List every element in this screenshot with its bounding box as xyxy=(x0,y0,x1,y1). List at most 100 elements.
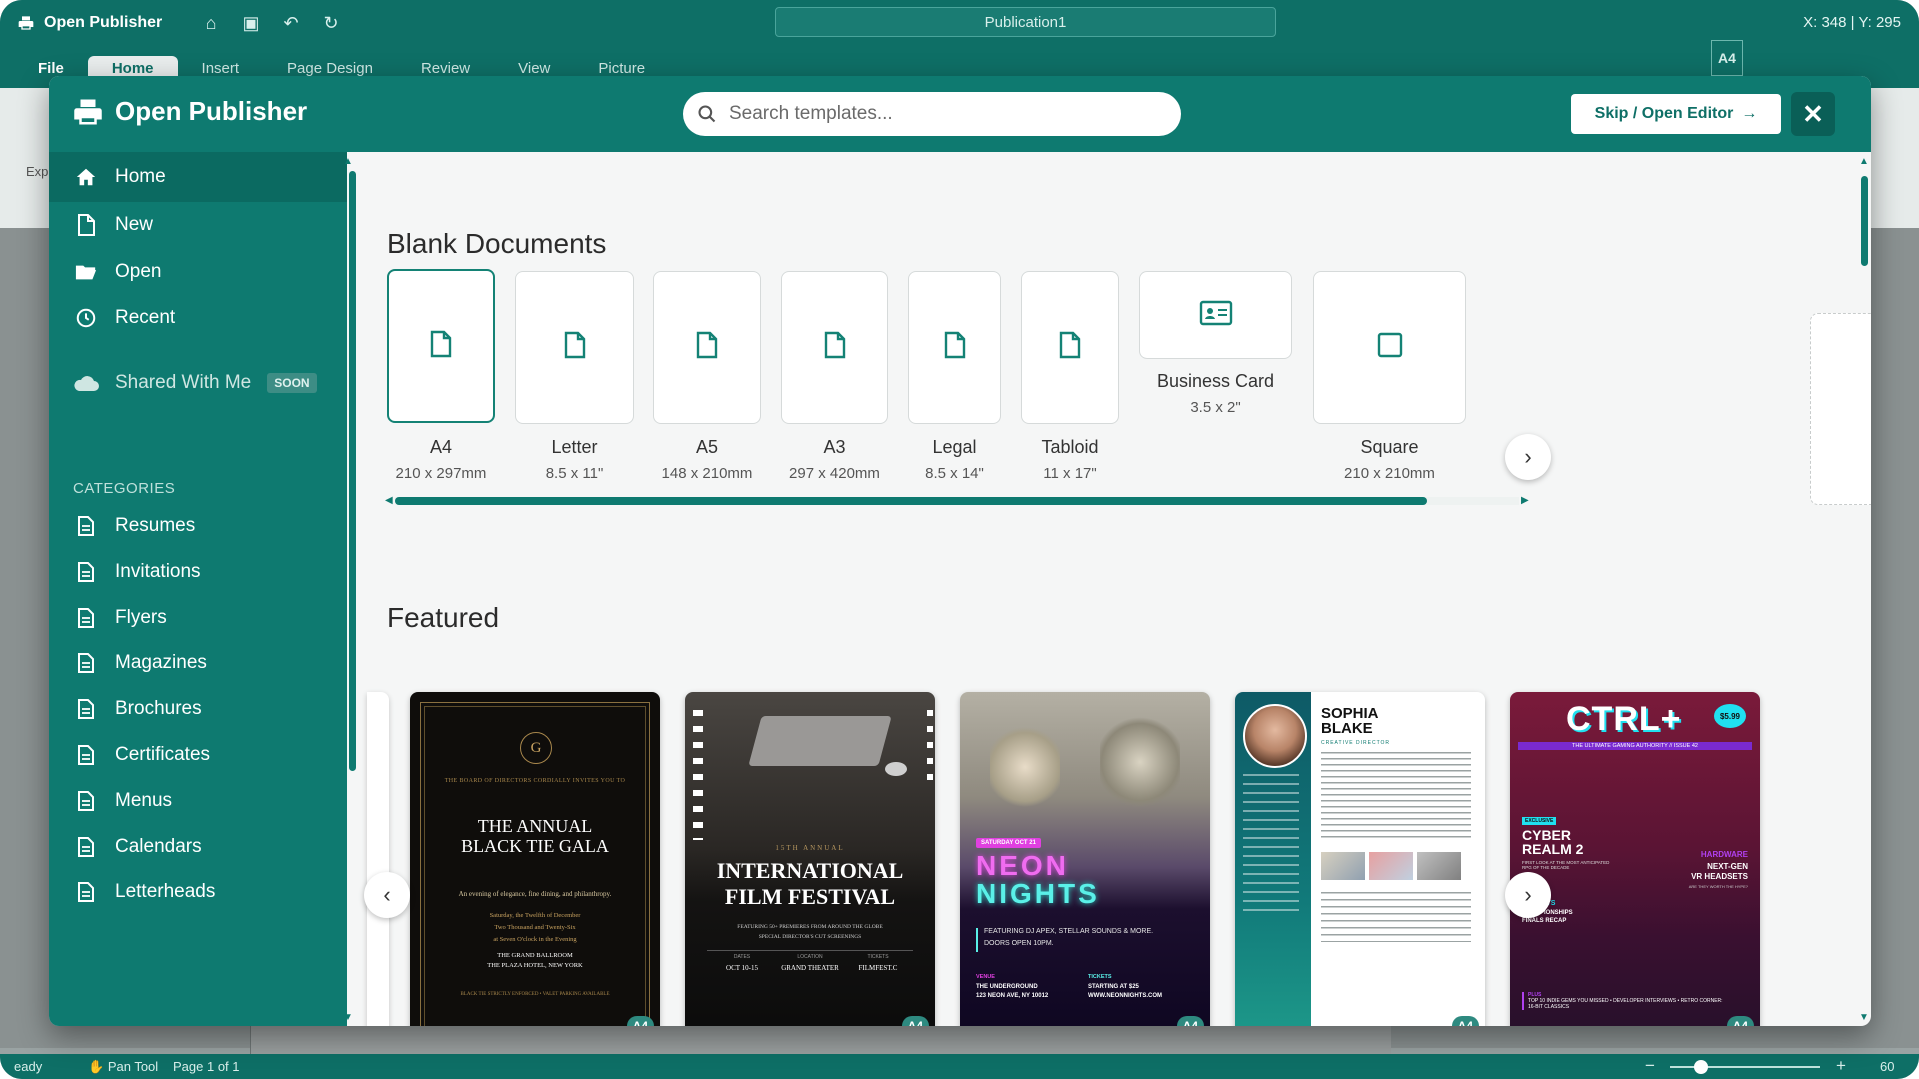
laptop-graphic xyxy=(748,716,892,766)
blank-card-label: Square xyxy=(1360,437,1419,457)
sidebar-item-flyers[interactable]: Flyers xyxy=(49,593,347,643)
featured-card-black-tie-gala[interactable]: G THE BOARD OF DIRECTORS CORDIALLY INVIT… xyxy=(410,692,660,1026)
sidebar-item-letterheads[interactable]: Letterheads xyxy=(49,867,347,917)
file-icon xyxy=(824,331,846,364)
template-picker-modal: Open Publisher Skip / Open Editor → ✕ Ho… xyxy=(49,76,1871,1026)
sidebar-item-new[interactable]: New xyxy=(49,200,347,250)
featured-scroll-left-button[interactable]: ‹ xyxy=(364,872,410,918)
film-key-1: DATES xyxy=(733,954,751,960)
zoom-slider-handle[interactable] xyxy=(1694,1060,1708,1074)
gaming-hardware: HARDWARE xyxy=(1700,850,1748,859)
blank-card-tabloid[interactable] xyxy=(1021,271,1119,424)
sidebar-item-recent[interactable]: Recent xyxy=(49,293,347,343)
sidebar-item-menus[interactable]: Menus xyxy=(49,776,347,826)
blank-card-square[interactable] xyxy=(1313,271,1466,424)
portfolio-image xyxy=(1417,852,1461,880)
featured-card-gaming[interactable]: CTRL+ $5.99 THE ULTIMATE GAMING AUTHORIT… xyxy=(1510,692,1760,1026)
save-icon[interactable]: ▣ xyxy=(240,12,262,34)
blank-scroll-right-button[interactable]: › xyxy=(1505,434,1551,480)
status-tool-label: Pan Tool xyxy=(107,1059,159,1074)
hscroll-left-arrow[interactable]: ◀ xyxy=(385,495,393,506)
blank-card-custom[interactable] xyxy=(1810,313,1871,505)
gaming-headline-1: CYBER xyxy=(1522,827,1572,843)
blank-card-size: 3.5 x 2" xyxy=(1190,399,1241,416)
main-scroll-down[interactable]: ▼ xyxy=(1859,1012,1869,1023)
sidebar-item-brochures[interactable]: Brochures xyxy=(49,684,347,734)
size-badge: A4 xyxy=(626,1016,654,1026)
status-page: Page 1 of 1 xyxy=(173,1059,240,1074)
gala-intro: THE BOARD OF DIRECTORS CORDIALLY INVITES… xyxy=(444,778,626,784)
blank-card-a3[interactable] xyxy=(781,271,888,424)
blank-card-a5[interactable] xyxy=(653,271,761,424)
clock-icon xyxy=(73,305,99,331)
redo-icon[interactable]: ↻ xyxy=(320,12,342,34)
night-desc-1: FEATURING DJ APEX, STELLAR SOUNDS & MORE… xyxy=(984,928,1154,935)
soon-badge: SOON xyxy=(267,373,317,393)
gala-time: at Seven O'clock in the Evening xyxy=(493,936,577,943)
status-tool: ✋ Pan Tool xyxy=(88,1059,159,1074)
close-button[interactable]: ✕ xyxy=(1791,92,1835,136)
file-icon xyxy=(824,331,845,359)
blank-card-label: A4 xyxy=(429,437,453,457)
night-date: SATURDAY OCT 21 xyxy=(976,838,1041,848)
publication-title[interactable]: Publication1 xyxy=(775,7,1276,37)
search-input[interactable] xyxy=(727,102,1151,126)
main-scrollbar[interactable] xyxy=(1861,176,1868,266)
home-icon[interactable]: ⌂ xyxy=(200,12,222,34)
gala-title-2: BLACK TIE GALA xyxy=(461,836,609,856)
sidebar-item-invitations[interactable]: Invitations xyxy=(49,547,347,597)
blank-card-letter[interactable] xyxy=(515,271,634,424)
modal-title: Open Publisher xyxy=(115,96,308,126)
skip-open-editor-button[interactable]: Skip / Open Editor → xyxy=(1571,94,1781,134)
gaming-footer: TOP 10 INDIE GEMS YOU MISSED • DEVELOPER… xyxy=(1528,998,1723,1010)
file-icon xyxy=(430,330,452,363)
printer-icon xyxy=(18,16,34,30)
featured-card-film-festival[interactable]: 15TH ANNUAL INTERNATIONAL FILM FESTIVAL … xyxy=(685,692,935,1026)
gala-desc: An evening of elegance, fine dining, and… xyxy=(458,890,612,898)
featured-card-nightclub-event[interactable]: SATURDAY OCT 21 NEON NIGHTS FEATURING DJ… xyxy=(960,692,1210,1026)
sidebar-item-magazines[interactable]: Magazines xyxy=(49,638,347,688)
gaming-headline-2: REALM 2 xyxy=(1522,841,1584,857)
blank-card-business-card[interactable] xyxy=(1139,271,1292,359)
file-icon xyxy=(564,331,585,359)
blank-card-a4[interactable] xyxy=(387,269,495,423)
file-icon xyxy=(564,331,586,364)
modal-brand: Open Publisher xyxy=(73,96,307,127)
chevron-right-icon: › xyxy=(1524,444,1532,469)
file-icon xyxy=(73,212,99,238)
size-badge: A4 xyxy=(1726,1016,1754,1026)
file-icon xyxy=(1059,331,1081,364)
document-icon xyxy=(73,834,99,860)
app-logo: Open Publisher xyxy=(18,14,162,32)
sidebar-item-home[interactable]: Home xyxy=(49,152,347,202)
search-box[interactable] xyxy=(683,92,1181,136)
file-icon xyxy=(944,331,966,364)
blank-card-size: 148 x 210mm xyxy=(661,465,753,482)
blank-card-label: A5 xyxy=(695,437,719,457)
hscroll-thumb[interactable] xyxy=(395,497,1427,505)
film-key-2: LOCATION xyxy=(797,954,823,960)
zoom-out-button[interactable]: − xyxy=(1645,1056,1655,1076)
sidebar-item-calendars[interactable]: Calendars xyxy=(49,822,347,872)
hscroll-right-arrow[interactable]: ▶ xyxy=(1521,495,1529,506)
sidebar-item-open[interactable]: Open xyxy=(49,247,347,297)
gaming-hardware-sub: ARE THEY WORTH THE HYPE? xyxy=(1688,884,1748,889)
featured-card-creative-director[interactable]: SOPHIA BLAKE CREATIVE DIRECTOR A4 xyxy=(1235,692,1485,1026)
night-venue-1: THE UNDERGROUND xyxy=(976,984,1038,990)
zoom-in-button[interactable]: + xyxy=(1836,1056,1846,1076)
sidebar-item-label: New xyxy=(115,214,154,235)
blank-card-legal[interactable] xyxy=(908,271,1001,424)
page-size-chip[interactable]: A4 xyxy=(1711,40,1743,76)
featured-scroll-right-button[interactable]: › xyxy=(1505,872,1551,918)
sidebar-item-resumes[interactable]: Resumes xyxy=(49,501,347,551)
gaming-price: $5.99 xyxy=(1714,704,1746,728)
main-scroll-up[interactable]: ▲ xyxy=(1859,156,1869,167)
sidebar-item-certificates[interactable]: Certificates xyxy=(49,730,347,780)
zoom-slider[interactable] xyxy=(1670,1066,1820,1068)
folder-open-icon xyxy=(73,259,99,285)
sidebar-item-shared[interactable]: Shared With Me SOON xyxy=(49,358,347,408)
featured-card-partial[interactable] xyxy=(367,692,389,1026)
undo-icon[interactable]: ↶ xyxy=(280,12,302,34)
file-icon xyxy=(696,331,718,359)
featured-title: Featured xyxy=(387,602,500,633)
